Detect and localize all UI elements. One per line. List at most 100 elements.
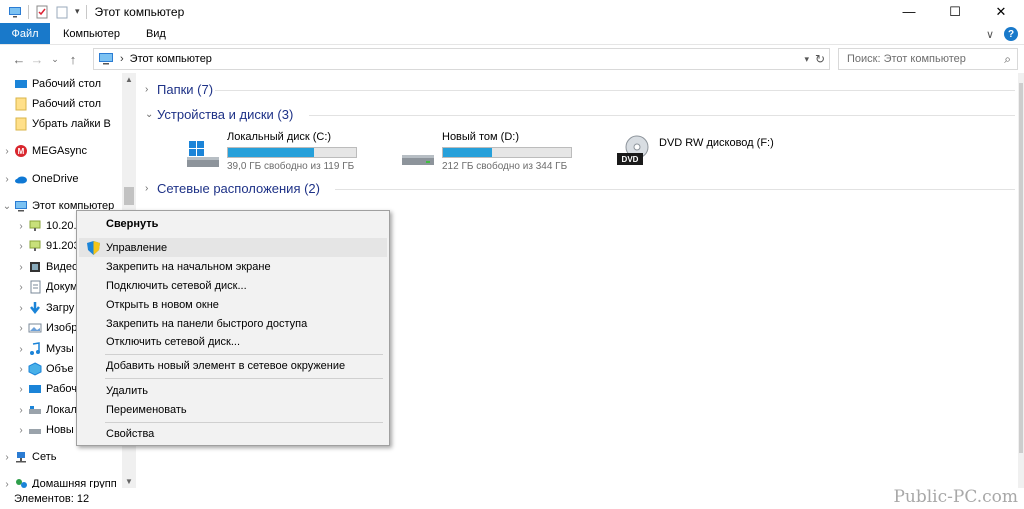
chevron-right-icon[interactable]: › — [14, 364, 28, 375]
expand-ribbon-icon[interactable]: ∨ — [986, 28, 994, 41]
nav-item-label: MEGAsync — [32, 145, 88, 157]
nav-item-desktop[interactable]: › Рабоч — [14, 379, 77, 399]
nav-item-new-volume[interactable]: › Новы — [14, 420, 73, 440]
chevron-right-icon[interactable]: › — [14, 344, 28, 355]
properties-icon[interactable] — [35, 5, 49, 19]
tab-computer[interactable]: Компьютер — [50, 23, 133, 44]
nav-item-videos[interactable]: › Видео — [14, 257, 78, 277]
chevron-right-icon[interactable]: › — [14, 282, 28, 293]
scrollbar-thumb[interactable] — [124, 187, 134, 205]
group-header-network-locations[interactable]: › Сетевые расположения (2) — [145, 181, 1015, 196]
chevron-right-icon[interactable]: › — [0, 146, 14, 157]
nav-item-network-drive[interactable]: › 10.20. — [14, 216, 76, 236]
chevron-down-icon[interactable]: ▾ — [804, 54, 809, 65]
chevron-right-icon[interactable]: › — [14, 425, 28, 436]
nav-item-network[interactable]: › Сеть — [0, 447, 56, 467]
nav-item-label: Убрать лайки В — [32, 118, 111, 130]
drive-f[interactable]: DVD DVD RW дисковод (F:) — [615, 135, 774, 169]
up-arrow-icon[interactable]: ↑ — [64, 52, 82, 67]
nav-item-downloads[interactable]: › Загру — [14, 298, 74, 318]
menu-item-properties[interactable]: Свойства — [79, 424, 387, 443]
drive-usage-bar — [227, 147, 357, 158]
drive-usage-bar — [442, 147, 572, 158]
nav-item-megasync[interactable]: › M MEGAsync — [0, 141, 87, 161]
nav-item-music[interactable]: › Музы — [14, 339, 74, 359]
content-scrollbar[interactable] — [1018, 73, 1024, 488]
documents-icon — [28, 280, 42, 294]
nav-item-folder[interactable]: Рабочий стол — [14, 94, 101, 114]
recent-locations-icon[interactable]: ⌄ — [46, 54, 64, 65]
customize-toolbar-icon[interactable]: ▾ — [75, 6, 80, 17]
drive-icon — [28, 403, 42, 417]
search-input[interactable]: Поиск: Этот компьютер ⌕ — [838, 48, 1018, 70]
scroll-down-icon[interactable]: ▼ — [125, 477, 133, 486]
menu-item-manage[interactable]: Управление — [79, 238, 387, 257]
chevron-right-icon[interactable]: › — [0, 452, 14, 463]
menu-item-collapse[interactable]: Свернуть — [79, 214, 387, 233]
refresh-icon[interactable]: ↻ — [815, 52, 825, 66]
search-icon[interactable]: ⌕ — [1004, 52, 1011, 67]
tab-view[interactable]: Вид — [133, 23, 179, 44]
chevron-right-icon[interactable]: › — [14, 241, 28, 252]
drive-name: Новый том (D:) — [442, 131, 519, 143]
menu-item-rename[interactable]: Переименовать — [79, 400, 387, 419]
maximize-button[interactable]: ☐ — [932, 0, 978, 23]
breadcrumb[interactable]: Этот компьютер — [130, 53, 212, 65]
menu-item-add-network-location[interactable]: Добавить новый элемент в сетевое окружен… — [79, 356, 387, 375]
nav-item-pictures[interactable]: › Изобр — [14, 318, 77, 338]
drive-d[interactable]: Новый том (D:) 212 ГБ свободно из 344 ГБ — [400, 131, 572, 173]
menu-item-delete[interactable]: Удалить — [79, 381, 387, 400]
nav-item-label: Изобр — [46, 322, 78, 334]
menu-separator — [105, 422, 383, 423]
breadcrumb-separator[interactable]: › — [120, 53, 124, 65]
chevron-right-icon[interactable]: › — [14, 221, 28, 232]
network-drive-icon — [28, 219, 42, 233]
forward-arrow-icon[interactable]: → — [28, 52, 46, 67]
nav-item-label: Музы — [46, 343, 74, 355]
status-bar: Элементов: 12 — [0, 488, 1024, 509]
chevron-right-icon[interactable]: › — [145, 84, 157, 95]
address-bar[interactable]: › Этот компьютер ▾ ↻ — [93, 48, 830, 70]
nav-item-label: Рабоч — [46, 383, 77, 395]
menu-item-pin-quick-access[interactable]: Закрепить на панели быстрого доступа — [79, 314, 387, 333]
chevron-right-icon[interactable]: › — [14, 405, 28, 416]
back-arrow-icon[interactable]: ← — [10, 52, 28, 67]
nav-item-desktop-pinned[interactable]: Рабочий стол — [14, 74, 101, 94]
chevron-down-icon[interactable]: ⌄ — [145, 109, 157, 120]
nav-item-3d-objects[interactable]: › Объе — [14, 359, 73, 379]
computer-icon — [14, 199, 28, 213]
chevron-right-icon[interactable]: › — [14, 262, 28, 273]
chevron-right-icon[interactable]: › — [0, 479, 14, 489]
nav-item-documents[interactable]: › Докум — [14, 277, 78, 297]
chevron-right-icon[interactable]: › — [145, 183, 157, 194]
scrollbar-thumb[interactable] — [1019, 83, 1023, 453]
menu-item-map-network-drive[interactable]: Подключить сетевой диск... — [79, 276, 387, 295]
group-header-folders[interactable]: › Папки (7) — [145, 82, 1015, 97]
new-folder-icon[interactable] — [55, 5, 69, 19]
chevron-down-icon[interactable]: ⌄ — [0, 201, 14, 212]
dvd-drive-icon: DVD — [617, 135, 649, 165]
network-drive-icon — [28, 239, 42, 253]
drive-c[interactable]: Локальный диск (C:) 39,0 ГБ свободно из … — [185, 131, 357, 173]
close-button[interactable]: ✕ — [978, 0, 1024, 23]
group-divider — [335, 189, 1015, 190]
menu-item-open-new-window[interactable]: Открыть в новом окне — [79, 295, 387, 314]
group-header-devices[interactable]: ⌄ Устройства и диски (3) — [145, 107, 1015, 122]
help-icon[interactable]: ? — [1004, 27, 1018, 41]
scroll-up-icon[interactable]: ▲ — [125, 75, 133, 84]
menu-item-disconnect-network-drive[interactable]: Отключить сетевой диск... — [79, 332, 387, 351]
tab-file[interactable]: Файл — [0, 23, 50, 44]
drive-free-space: 212 ГБ свободно из 344 ГБ — [442, 161, 568, 172]
minimize-button[interactable]: — — [886, 0, 932, 23]
nav-item-homegroup[interactable]: › Домашняя групп — [0, 474, 117, 488]
menu-item-pin-start[interactable]: Закрепить на начальном экране — [79, 257, 387, 276]
chevron-right-icon[interactable]: › — [14, 323, 28, 334]
nav-item-local-disk[interactable]: › Локал — [14, 400, 77, 420]
nav-item-network-drive[interactable]: › 91.203 — [14, 236, 79, 256]
chevron-right-icon[interactable]: › — [14, 303, 28, 314]
chevron-right-icon[interactable]: › — [14, 384, 28, 395]
nav-item-onedrive[interactable]: › OneDrive — [0, 169, 78, 189]
separator — [85, 4, 87, 19]
nav-item-folder[interactable]: Убрать лайки В — [14, 114, 111, 134]
chevron-right-icon[interactable]: › — [0, 174, 14, 185]
